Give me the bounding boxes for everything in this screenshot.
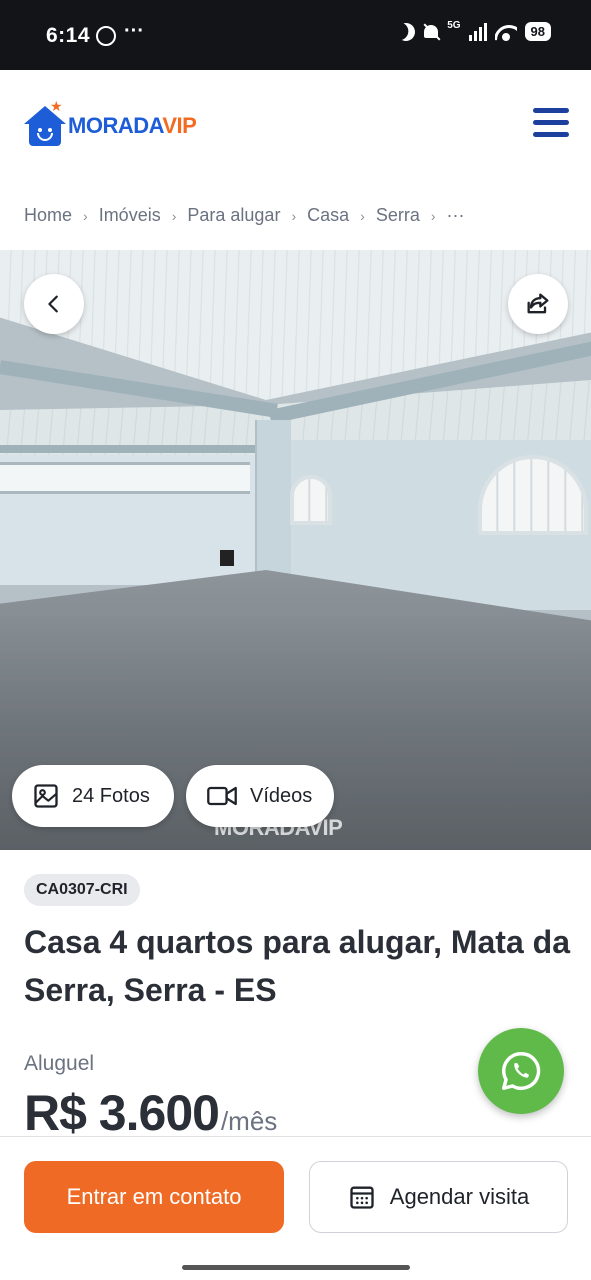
price-value: R$ 3.600: [24, 1085, 220, 1141]
status-icons: 5G 98: [395, 20, 551, 43]
signal-icon: [468, 22, 487, 41]
breadcrumb-item-imoveis[interactable]: Imóveis: [99, 205, 161, 226]
site-header: ★ MORADAVIP: [0, 70, 591, 180]
network-type: 5G: [447, 20, 461, 31]
chevron-left-icon: [48, 295, 58, 313]
back-button[interactable]: [24, 274, 84, 334]
property-photo[interactable]: MORADAVIP: [0, 250, 591, 850]
breadcrumb-item-home[interactable]: Home: [24, 205, 72, 226]
schedule-visit-button[interactable]: Agendar visita: [309, 1161, 568, 1233]
whatsapp-icon: [502, 1052, 541, 1090]
share-icon: [527, 293, 549, 314]
hamburger-icon[interactable]: [533, 108, 569, 140]
contact-button[interactable]: Entrar em contato: [24, 1161, 284, 1233]
video-camera-icon: [207, 786, 237, 806]
image-icon: [34, 784, 58, 808]
moradavip-logo[interactable]: ★ MORADAVIP: [24, 98, 197, 154]
status-bar: 6:14 ··· 5G 98: [0, 0, 591, 70]
whatsapp-notification-icon: [96, 26, 116, 46]
breadcrumb-item-serra[interactable]: Serra: [376, 205, 420, 226]
chevron-right-icon: ›: [83, 207, 88, 224]
price: R$ 3.600/mês: [24, 1084, 277, 1142]
whatsapp-button[interactable]: [478, 1028, 564, 1114]
breadcrumb-item-para-alugar[interactable]: Para alugar: [187, 205, 280, 226]
share-button[interactable]: [508, 274, 568, 334]
more-notifications-icon: ···: [124, 20, 144, 42]
schedule-visit-label: Agendar visita: [389, 1184, 530, 1209]
status-time: 6:14: [46, 24, 91, 47]
home-indicator[interactable]: [182, 1265, 410, 1270]
battery-level: 98: [524, 22, 551, 41]
photos-label: 24 Fotos: [72, 784, 150, 807]
breadcrumb-item-casa[interactable]: Casa: [307, 205, 349, 226]
breadcrumb-ellipsis[interactable]: ···: [447, 205, 465, 226]
bottom-action-bar: Entrar em contato Agendar visita: [0, 1136, 591, 1280]
price-unit: /mês: [220, 1106, 278, 1136]
house-logo-icon: ★: [24, 98, 66, 146]
videos-label: Vídeos: [250, 784, 313, 807]
photos-button[interactable]: 24 Fotos: [12, 765, 174, 827]
chevron-right-icon: ›: [430, 207, 436, 224]
listing-code-badge: CA0307-CRI: [24, 874, 140, 906]
chevron-right-icon: ›: [360, 207, 365, 224]
logo-text: MORADAVIP: [68, 113, 197, 138]
do-not-disturb-icon: [395, 20, 418, 43]
chevron-right-icon: ›: [171, 207, 177, 224]
mute-icon: [423, 23, 439, 41]
price-label: Aluguel: [24, 1052, 95, 1075]
calendar-icon: [350, 1186, 374, 1209]
breadcrumb: Home › Imóveis › Para alugar › Casa › Se…: [24, 205, 464, 226]
chevron-right-icon: ›: [291, 207, 297, 224]
listing-title: Casa 4 quartos para alugar, Mata da Serr…: [24, 924, 570, 1008]
videos-button[interactable]: Vídeos: [186, 765, 334, 827]
wifi-icon: [495, 23, 517, 41]
